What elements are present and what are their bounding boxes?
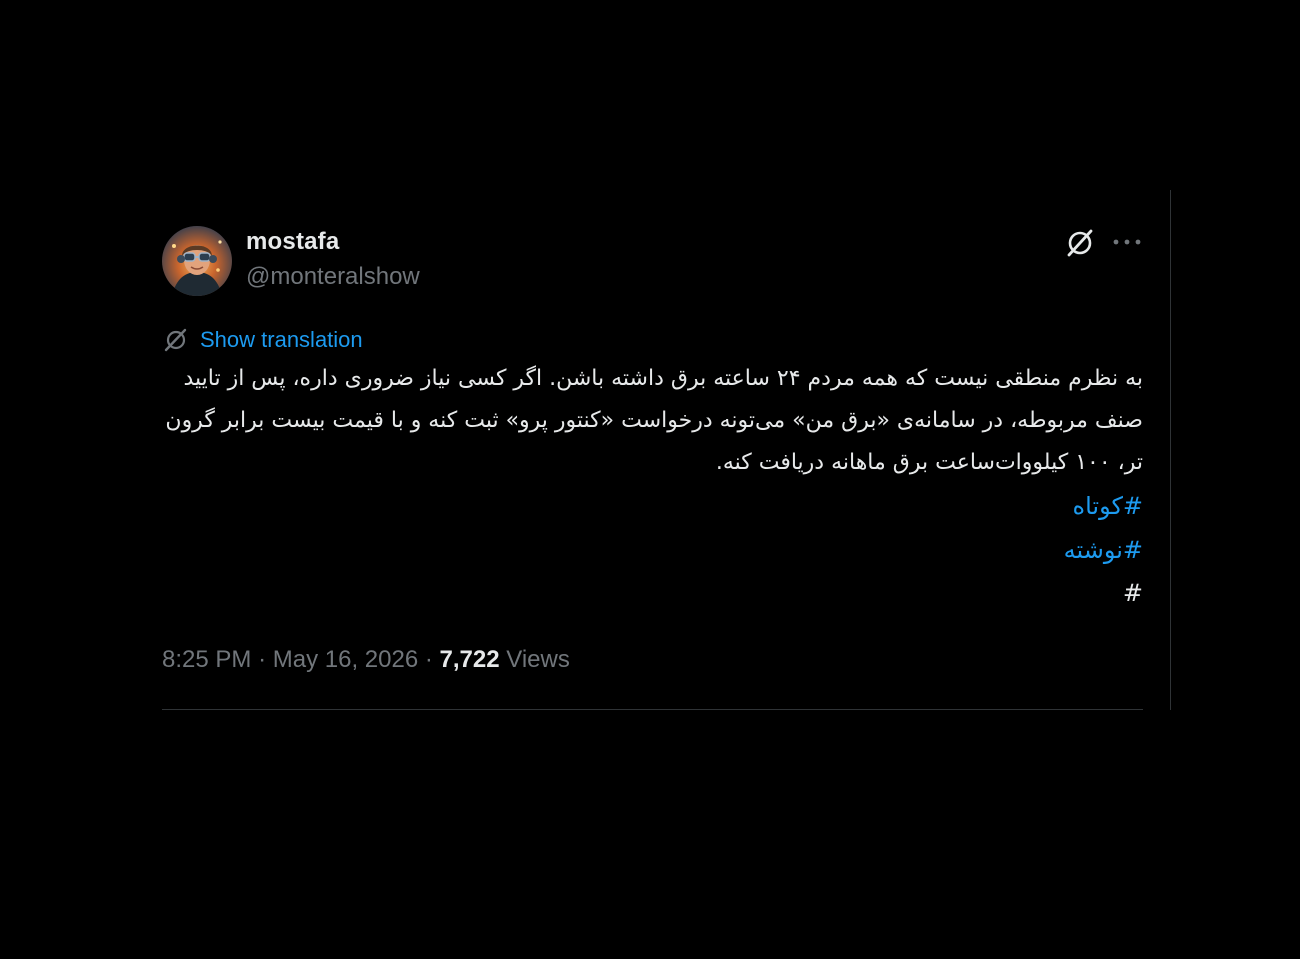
avatar-icon: [162, 226, 232, 296]
views-label: Views: [506, 646, 570, 673]
author-name[interactable]: mostafa: [246, 228, 339, 256]
tweet-paragraph: به نظرم منطقی نیست که همه مردم ۲۴ ساعته …: [165, 366, 1143, 475]
timeline-border: [1170, 190, 1171, 710]
grok-button[interactable]: [1063, 226, 1097, 260]
translate-grok-icon: [164, 328, 187, 352]
avatar[interactable]: [162, 226, 232, 296]
more-options-button[interactable]: [1110, 230, 1144, 254]
grok-icon: [1067, 229, 1093, 257]
hashtag-link[interactable]: #کوتاه: [162, 484, 1144, 528]
meta-separator: ·: [424, 646, 433, 673]
tweet-time[interactable]: 8:25 PM: [162, 646, 251, 673]
show-translation-button[interactable]: Show translation: [162, 324, 363, 356]
show-translation-label: Show translation: [200, 327, 363, 352]
more-options-icon: [1113, 239, 1141, 245]
meta-separator: ·: [258, 646, 267, 673]
trailing-hash: #: [1122, 579, 1143, 607]
hashtag-link[interactable]: #نوشته: [162, 528, 1143, 572]
tweet-meta: 8:25 PM · May 16, 2026 · 7,722 Views: [162, 646, 570, 674]
author-handle[interactable]: @monteralshow: [246, 263, 420, 291]
tweet: mostafa @monteralshow Show translation ب…: [162, 190, 1143, 710]
views-count[interactable]: 7,722: [440, 646, 500, 673]
tweet-date[interactable]: May 16, 2026: [273, 646, 418, 673]
tweet-text: به نظرم منطقی نیست که همه مردم ۲۴ ساعته …: [162, 358, 1143, 614]
